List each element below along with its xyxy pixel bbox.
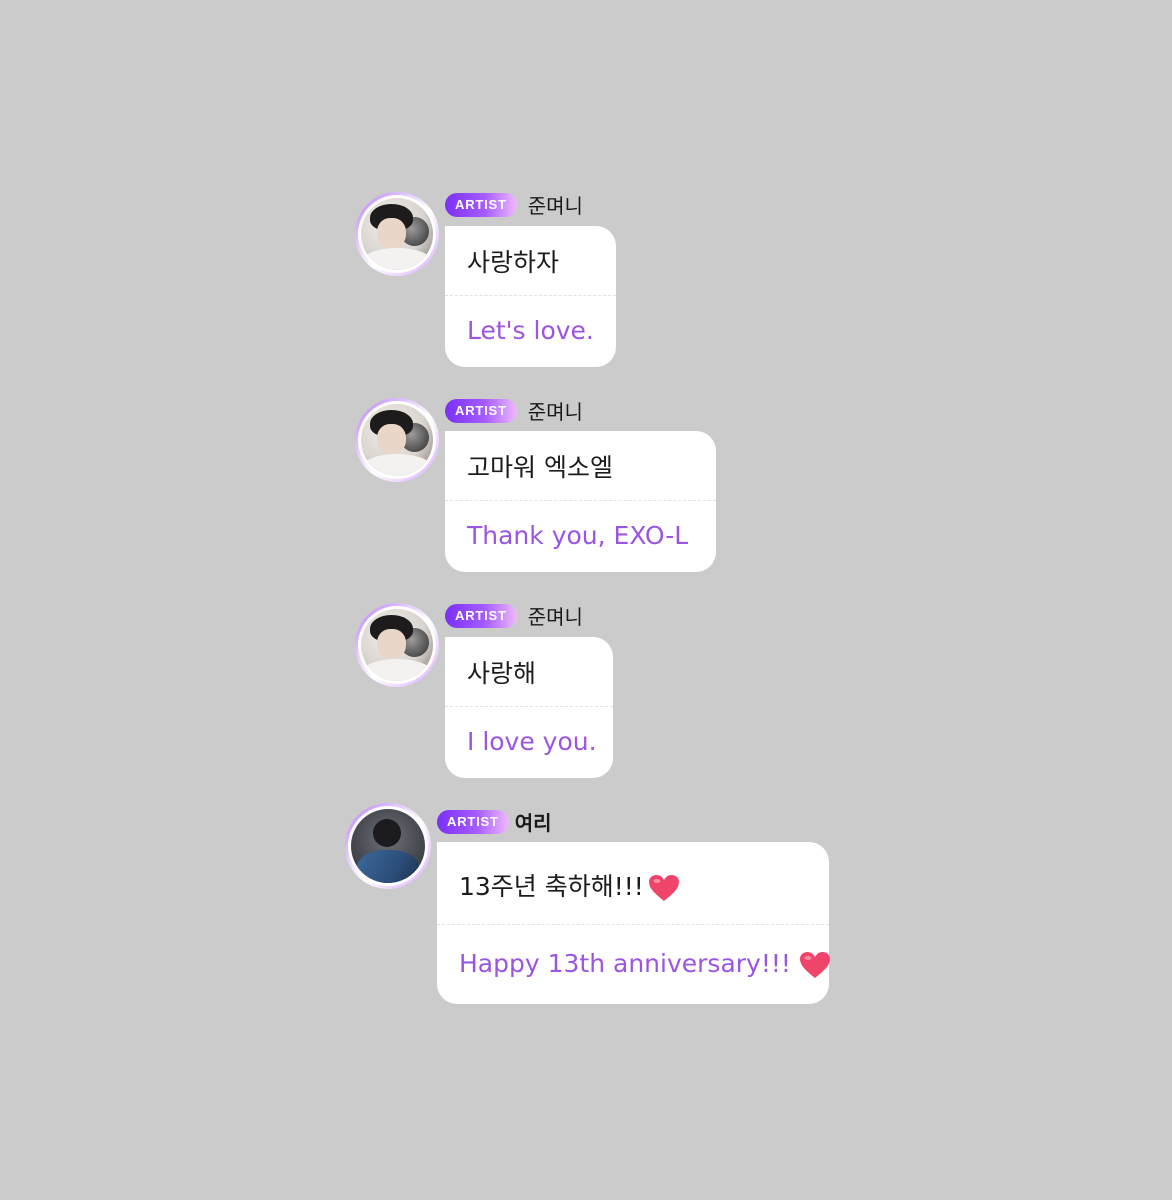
artist-badge: ARTIST — [445, 192, 517, 217]
message-text: 고마워 엑소엘 — [467, 453, 613, 482]
avatar[interactable] — [355, 192, 439, 276]
message-bubble[interactable]: 고마워 엑소엘 Thank you, EXO-L — [445, 431, 716, 572]
message-header: ARTIST 준며니 — [445, 396, 583, 425]
artist-badge: ARTIST — [445, 398, 517, 423]
translation-text: Thank you, EXO-L — [467, 521, 689, 550]
sender-name: 준며니 — [527, 400, 583, 424]
avatar[interactable] — [345, 803, 431, 889]
message-text: 사랑하자 — [467, 248, 560, 277]
avatar[interactable] — [355, 603, 439, 687]
heart-icon — [648, 875, 679, 901]
translation-text: Happy 13th anniversary!!! — [459, 949, 791, 978]
translation-text: I love you. — [467, 727, 597, 756]
bubble-divider — [445, 500, 716, 501]
avatar-photo — [361, 404, 433, 476]
message-text: 사랑해 — [467, 659, 537, 688]
message-bubble[interactable]: 사랑해 I love you. — [445, 637, 613, 778]
bubble-divider — [445, 295, 616, 296]
message-header: ARTIST 준며니 — [445, 190, 583, 219]
heart-icon — [799, 952, 830, 978]
message-header: ARTIST 여리 — [437, 807, 552, 836]
avatar-photo — [361, 609, 433, 681]
sender-name: 준며니 — [527, 194, 583, 218]
translation-text-row: Happy 13th anniversary!!! — [459, 949, 831, 979]
avatar-photo — [351, 809, 425, 883]
message-bubble[interactable]: 13주년 축하해!!! Happy 13th anniversary!!! — [437, 842, 831, 1004]
artist-badge: ARTIST — [445, 603, 517, 628]
bubble-divider — [445, 706, 613, 707]
avatar-photo — [361, 198, 433, 270]
translation-text: Let's love. — [467, 316, 594, 345]
artist-badge: ARTIST — [437, 809, 509, 834]
message-text: 13주년 축하해!!! — [459, 872, 644, 901]
bubble-divider — [437, 924, 829, 925]
sender-name: 준며니 — [527, 605, 583, 629]
avatar[interactable] — [355, 398, 439, 482]
message-header: ARTIST 준며니 — [445, 601, 583, 630]
message-text-row: 13주년 축하해!!! — [459, 867, 680, 903]
message-bubble[interactable]: 사랑하자 Let's love. — [445, 226, 616, 367]
sender-name: 여리 — [514, 811, 552, 835]
